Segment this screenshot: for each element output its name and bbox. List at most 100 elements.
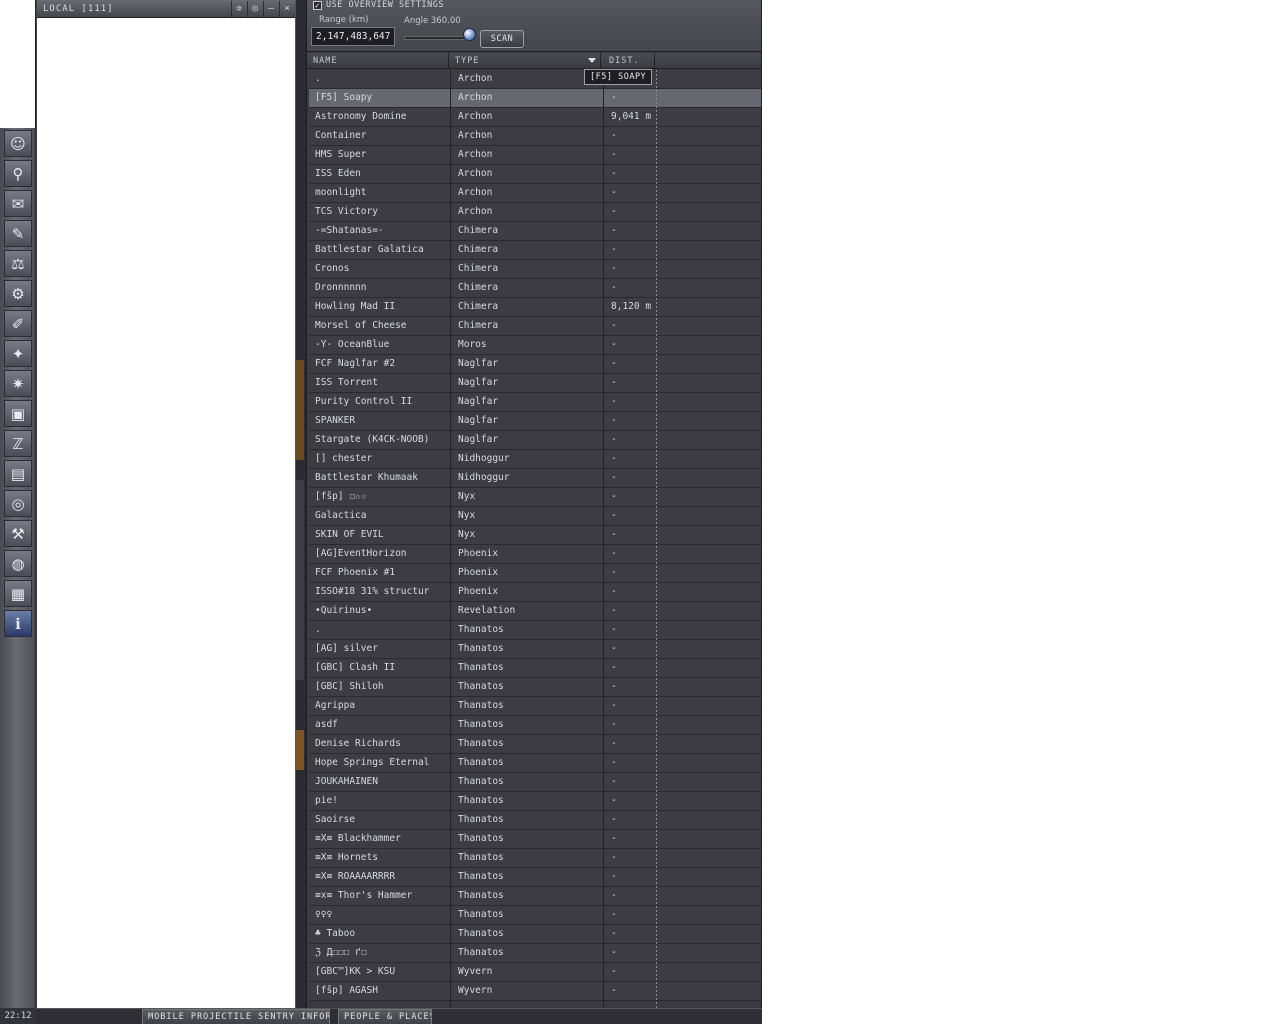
- row-name: [GBC] Shiloh: [315, 681, 384, 692]
- assets-icon[interactable]: ▣: [4, 400, 32, 427]
- info-icon[interactable]: ℹ: [4, 610, 32, 637]
- row-distance: 8,120 m: [611, 301, 652, 312]
- column-header-name[interactable]: NAME: [307, 53, 449, 69]
- calculator-icon[interactable]: ▤: [4, 460, 32, 487]
- table-row[interactable]: ≡X≡ ROAAAARRRR Thanatos -: [309, 868, 761, 887]
- table-row[interactable]: SPANKER Naglfar -: [309, 412, 761, 431]
- row-name: pie!: [315, 795, 338, 806]
- row-name: Hope Springs Eternal: [315, 757, 430, 768]
- table-row[interactable]: ISSO#18 31% structur Phoenix -: [309, 583, 761, 602]
- row-type: Phoenix: [458, 586, 499, 597]
- table-row[interactable]: . Thanatos -: [309, 621, 761, 640]
- table-row[interactable]: [GBC] Clash II Thanatos -: [309, 659, 761, 678]
- character-icon[interactable]: ☺: [4, 130, 32, 157]
- taskbar-item-mobile-sentry-info[interactable]: MOBILE PROJECTILE SENTRY INFORMA...: [142, 1009, 330, 1024]
- row-name: .: [315, 73, 321, 84]
- minimize-icon[interactable]: –: [263, 0, 279, 17]
- table-row[interactable]: ♀♀♀ Thanatos -: [309, 906, 761, 925]
- table-row[interactable]: Morsel of Cheese Chimera -: [309, 317, 761, 336]
- options-icon[interactable]: ◎: [247, 0, 263, 17]
- scan-button[interactable]: SCAN: [480, 30, 524, 48]
- table-row[interactable]: [GBC™]KK > KSU Wyvern -: [309, 963, 761, 982]
- table-row[interactable]: SKIN OF EVIL Nyx -: [309, 526, 761, 545]
- range-input[interactable]: 2,147,483,647: [311, 27, 395, 46]
- checkbox-check-icon[interactable]: ✓: [313, 0, 322, 10]
- mail-icon[interactable]: ✉: [4, 190, 32, 217]
- row-type: Wyvern: [458, 985, 493, 996]
- table-row[interactable]: Denise Richards Thanatos -: [309, 735, 761, 754]
- table-row[interactable]: HMS Super Archon -: [309, 146, 761, 165]
- table-row[interactable]: Astronomy Domine Archon 9,041 m: [309, 108, 761, 127]
- row-type: Thanatos: [458, 890, 504, 901]
- market-icon[interactable]: ⚖: [4, 250, 32, 277]
- table-row[interactable]: -=Shatanas=- Chimera -: [309, 222, 761, 241]
- table-row[interactable]: FCF Naglfar #2 Naglfar -: [309, 355, 761, 374]
- table-row[interactable]: Dronnnnnn Chimera -: [309, 279, 761, 298]
- taskbar-item-people-places[interactable]: PEOPLE & PLACES: [338, 1009, 432, 1024]
- notepad-icon[interactable]: ✎: [4, 220, 32, 247]
- table-row[interactable]: Stargate (K4CK-NOOB) Naglfar -: [309, 431, 761, 450]
- table-row[interactable]: JOUKAHAINEN Thanatos -: [309, 773, 761, 792]
- table-row[interactable]: [GBC] Shiloh Thanatos -: [309, 678, 761, 697]
- local-chat-header[interactable]: LOCAL [111] ✲ ◎ – ×: [37, 0, 295, 18]
- table-row[interactable]: ≡x≡ Thor's Hammer Thanatos -: [309, 887, 761, 906]
- table-row[interactable]: pie! Thanatos -: [309, 792, 761, 811]
- help-lifebuoy-icon[interactable]: ◎: [4, 490, 32, 517]
- table-row[interactable]: Galactica Nyx -: [309, 507, 761, 526]
- table-row[interactable]: moonlight Archon -: [309, 184, 761, 203]
- table-row[interactable]: Battlestar Galatica Chimera -: [309, 241, 761, 260]
- settings-icon[interactable]: ✲: [231, 0, 247, 17]
- row-distance: -: [611, 263, 617, 274]
- row-name: [GBC] Clash II: [315, 662, 396, 673]
- table-row[interactable]: Purity Control II Naglfar -: [309, 393, 761, 412]
- angle-slider-knob[interactable]: [463, 28, 476, 41]
- use-overview-settings-checkbox[interactable]: ✓ USE OVERVIEW SETTINGS: [313, 0, 444, 10]
- angle-slider-track[interactable]: [404, 36, 472, 40]
- close-icon[interactable]: ×: [279, 0, 295, 17]
- table-row[interactable]: TCS Victory Archon -: [309, 203, 761, 222]
- table-row[interactable]: [fšp] AGASH Wyvern -: [309, 982, 761, 1001]
- table-row[interactable]: .Archon-: [309, 70, 761, 89]
- table-row[interactable]: Agrippa Thanatos -: [309, 697, 761, 716]
- industry-icon[interactable]: ⚙: [4, 280, 32, 307]
- table-row[interactable]: Howling Mad II Chimera 8,120 m: [309, 298, 761, 317]
- column-header-type[interactable]: TYPE: [449, 53, 601, 69]
- table-row[interactable]: ISS Torrent Naglfar -: [309, 374, 761, 393]
- table-row[interactable]: ♣ Taboo Thanatos -: [309, 925, 761, 944]
- wallet-icon[interactable]: ℤ: [4, 430, 32, 457]
- row-name: [F5] Soapy: [315, 92, 373, 103]
- table-row[interactable]: [F5] Soapy Archon -: [309, 89, 761, 108]
- table-row[interactable]: -Y- OceanBlue Moros -: [309, 336, 761, 355]
- map-icon[interactable]: ✦: [4, 340, 32, 367]
- table-row[interactable]: asdf Thanatos -: [309, 716, 761, 735]
- table-row[interactable]: [AG] silver Thanatos -: [309, 640, 761, 659]
- table-row[interactable]: ISS Eden Archon -: [309, 165, 761, 184]
- table-row[interactable]: [fšp] ☐☆☆ Nyx -: [309, 488, 761, 507]
- column-divider: [450, 70, 451, 1016]
- table-row[interactable]: FCF Phoenix #1 Phoenix -: [309, 564, 761, 583]
- row-type: Naglfar: [458, 415, 499, 426]
- table-row[interactable]: ℨ Д☐☐☐ ґ☐ Thanatos -: [309, 944, 761, 963]
- browser-icon[interactable]: ◍: [4, 550, 32, 577]
- table-row[interactable]: Cronos Chimera -: [309, 260, 761, 279]
- table-row[interactable]: [AG]EventHorizon Phoenix -: [309, 545, 761, 564]
- table-row[interactable]: Battlestar Khumaak Nidhoggur -: [309, 469, 761, 488]
- table-row[interactable]: ≡X≡ Hornets Thanatos -: [309, 849, 761, 868]
- row-type: Archon: [458, 130, 493, 141]
- table-row[interactable]: •Quirinus• Revelation -: [309, 602, 761, 621]
- logbook-icon[interactable]: ▦: [4, 580, 32, 607]
- table-row[interactable]: Saoirse Thanatos -: [309, 811, 761, 830]
- people-icon[interactable]: ⚲: [4, 160, 32, 187]
- table-row[interactable]: ≡X≡ Blackhammer Thanatos -: [309, 830, 761, 849]
- row-name: Saoirse: [315, 814, 356, 825]
- column-header-dist[interactable]: DIST.: [603, 53, 655, 69]
- table-row[interactable]: [] chester Nidhoggur -: [309, 450, 761, 469]
- journal-icon[interactable]: ✐: [4, 310, 32, 337]
- fitting-icon[interactable]: ⚒: [4, 520, 32, 547]
- table-row[interactable]: Hope Springs Eternal Thanatos -: [309, 754, 761, 773]
- row-type: Naglfar: [458, 434, 499, 445]
- corporation-icon[interactable]: ✷: [4, 370, 32, 397]
- row-distance: -: [611, 225, 617, 236]
- overview-window: ✓ USE OVERVIEW SETTINGS Range (km) 2,147…: [306, 0, 762, 1024]
- table-row[interactable]: Container Archon -: [309, 127, 761, 146]
